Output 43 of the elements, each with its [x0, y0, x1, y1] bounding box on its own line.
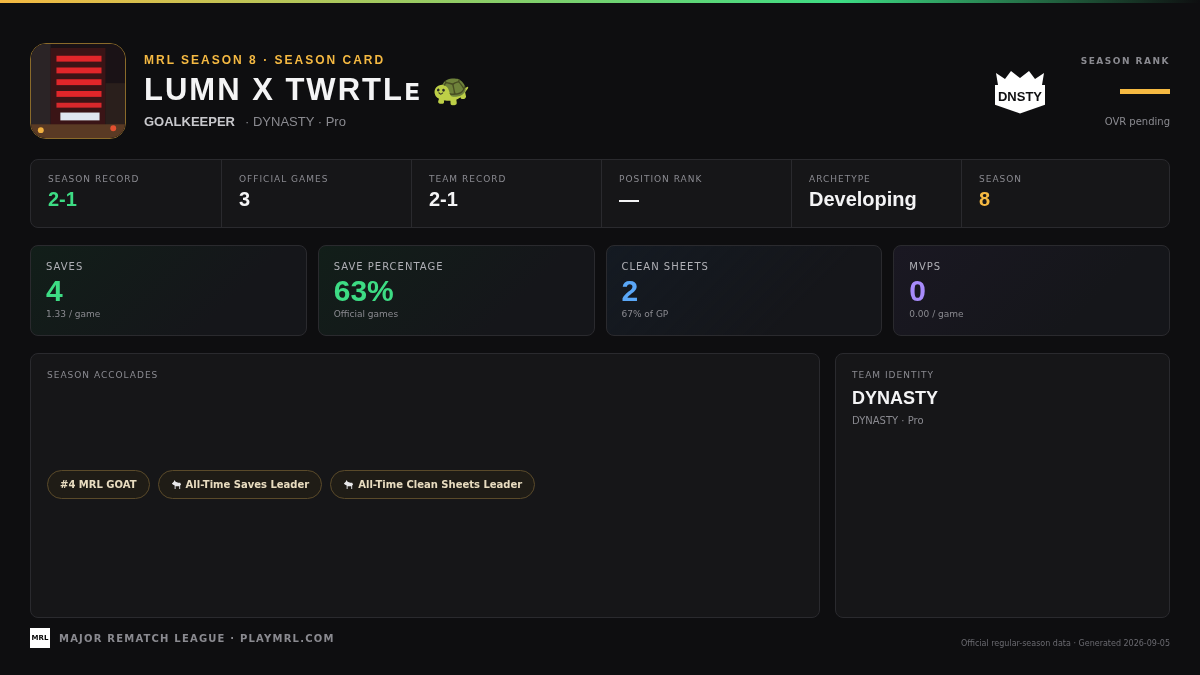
- stat-label: MVPS: [909, 261, 943, 272]
- rank-note: OVR pending: [1104, 115, 1170, 127]
- league-name: MAJOR REMATCH LEAGUE · PLAYMRL.COM: [59, 632, 335, 644]
- rank-placeholder: [1120, 88, 1170, 94]
- stat-note: 67% of GP: [621, 309, 670, 319]
- stat-value: 2: [621, 274, 640, 307]
- summary-value: 2-1: [429, 188, 459, 211]
- summary-label: TEAM RECORD: [429, 174, 508, 184]
- team-division: DYNASTY · Pro: [852, 415, 925, 426]
- panel-title: SEASON ACCOLADES: [47, 370, 160, 380]
- data-note: Official regular-season data · Generated 2026-09-05: [960, 638, 1170, 648]
- team-name: DYNASTY: [852, 388, 939, 409]
- stat-label: SAVES: [46, 261, 85, 272]
- stat-note: 0.00 / game: [909, 309, 965, 319]
- stat-note: 1.33 / game: [46, 309, 102, 319]
- stat-label: SAVE PERCENTAGE: [333, 261, 445, 272]
- summary-label: OFFICIAL GAMES: [239, 174, 330, 184]
- team-line: · DYNASTY · Pro: [245, 113, 346, 129]
- team-logo: DNSTY: [994, 68, 1046, 114]
- stat-value: 63%: [333, 274, 395, 307]
- summary-value: Developing: [809, 188, 918, 211]
- summary-label: SEASON RECORD: [48, 174, 141, 184]
- summary-label: ARCHETYPE: [809, 174, 872, 184]
- goat-icon: [170, 479, 182, 490]
- panel-title: TEAM IDENTITY: [852, 370, 936, 380]
- accolade-text: All-Time Saves Leader: [185, 479, 310, 490]
- stat-note: Official games: [333, 309, 400, 319]
- goat-icon: [343, 479, 355, 490]
- stat-value: 4: [46, 274, 64, 307]
- summary-label: POSITION RANK: [619, 174, 704, 184]
- summary-value: 8: [979, 188, 992, 211]
- accolade-text: All-Time Clean Sheets Leader: [358, 479, 523, 490]
- rank-label: SEASON RANK: [1080, 55, 1170, 66]
- player-name: LUMN X TWRTLᴇ 🐢: [144, 73, 475, 108]
- card-eyebrow: MRL SEASON 8 · SEASON CARD: [144, 53, 387, 68]
- summary-value: 2-1: [48, 188, 78, 211]
- stat-label: CLEAN SHEETS: [621, 261, 710, 272]
- accolade-text: #4 MRL GOAT: [60, 479, 137, 490]
- summary-value: 3: [239, 188, 252, 211]
- player-position: GOALKEEPER: [144, 113, 235, 129]
- summary-value: —: [619, 188, 640, 211]
- stat-value: 0: [909, 274, 927, 307]
- summary-label: SEASON: [979, 174, 1024, 184]
